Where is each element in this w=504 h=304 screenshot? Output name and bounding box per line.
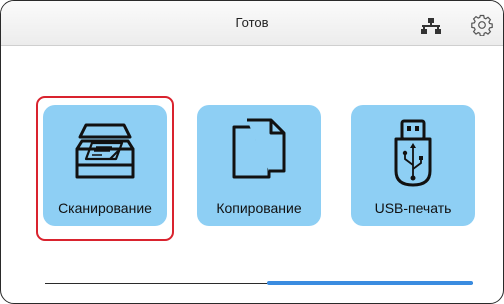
copy-tile-label: Копирование	[216, 200, 302, 216]
printer-panel-screen: Готов Сканирование Копирование USB-печат…	[0, 0, 504, 304]
gear-icon[interactable]	[471, 14, 493, 36]
page-indicator-active[interactable]	[267, 281, 473, 285]
usb-print-tile-label: USB-печать	[374, 200, 452, 216]
usb-drive-icon	[394, 119, 432, 187]
copy-tile[interactable]: Копирование	[197, 105, 321, 226]
network-icon[interactable]	[420, 18, 442, 34]
copy-documents-icon	[232, 118, 286, 179]
status-bar: Готов	[1, 1, 503, 46]
selection-highlight	[36, 96, 174, 241]
usb-print-tile[interactable]: USB-печать	[351, 105, 475, 226]
